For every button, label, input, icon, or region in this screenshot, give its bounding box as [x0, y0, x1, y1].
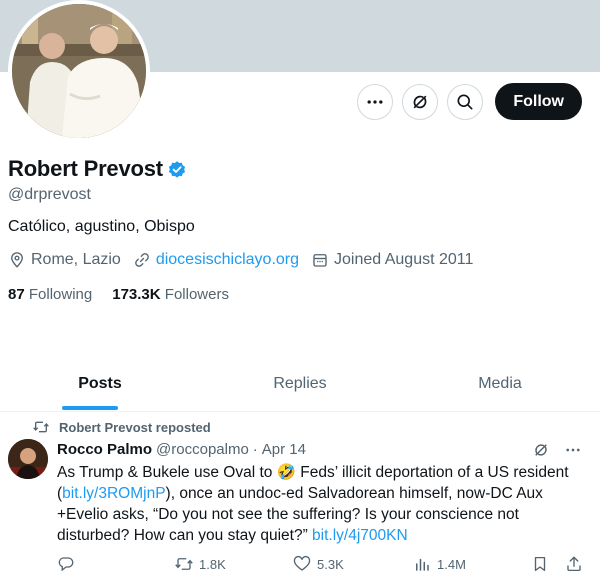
post-text-part: As Trump & Bukele use Oval to [57, 464, 277, 481]
search-icon [457, 94, 473, 109]
more-button[interactable] [357, 83, 394, 120]
tab-replies[interactable]: Replies [200, 360, 400, 411]
profile-bio: Católico, agustino, Obispo [8, 218, 195, 235]
views-button[interactable]: 1.4M [413, 555, 466, 573]
location-pin-icon [11, 252, 23, 268]
post-header: Rocco Palmo @roccopalmo · Apr 14 [57, 441, 306, 458]
verified-badge-icon[interactable] [167, 158, 187, 180]
more-icon [367, 99, 383, 104]
website-link[interactable]: diocesischiclayo.org [156, 251, 299, 269]
profile-handle: @drprevost [8, 186, 91, 203]
rofl-emoji-icon: 🤣 [276, 463, 296, 481]
post-action-bar: 1.8K 5.3K 1.4M [57, 555, 587, 575]
follow-stats: 87 Following 173.3K Followers [8, 286, 229, 303]
search-button[interactable] [447, 83, 484, 120]
heart-icon [293, 555, 311, 571]
repost-icon [175, 558, 193, 570]
grok-icon [413, 95, 427, 108]
location: Rome, Lazio [8, 251, 121, 269]
grok-button[interactable] [402, 83, 439, 120]
join-date: Joined August 2011 [311, 251, 473, 269]
bookmark-button[interactable] [531, 555, 549, 573]
repost-indicator: Robert Prevost reposted [33, 419, 211, 435]
profile-name-row: Robert Prevost [8, 156, 187, 182]
post-link[interactable]: bit.ly/4j700KN [312, 527, 408, 544]
follow-button[interactable]: Follow [495, 83, 582, 120]
website[interactable]: diocesischiclayo.org [133, 251, 299, 269]
grok-icon[interactable] [532, 441, 550, 459]
followers-label: Followers [164, 286, 229, 303]
bookmark-icon [534, 556, 546, 572]
post-tools [532, 441, 582, 459]
tab-media[interactable]: Media [400, 360, 600, 411]
post-date[interactable]: Apr 14 [262, 441, 306, 458]
profile-meta: Rome, Lazio diocesischiclayo.org Joined … [8, 251, 485, 269]
post-author-avatar[interactable] [8, 439, 48, 479]
followers-count: 173.3K [112, 286, 161, 303]
views-count: 1.4M [437, 556, 466, 572]
like-button[interactable]: 5.3K [293, 555, 344, 573]
share-button[interactable] [565, 555, 583, 573]
repost-label[interactable]: Robert Prevost reposted [59, 420, 211, 435]
share-icon [567, 556, 581, 572]
followers-stat[interactable]: 173.3K Followers [112, 286, 229, 303]
tab-posts[interactable]: Posts [0, 360, 200, 411]
post-link[interactable]: bit.ly/3ROMjnP [62, 485, 165, 502]
like-count: 5.3K [317, 556, 344, 572]
post-author-handle[interactable]: @roccopalmo [156, 441, 249, 458]
link-icon [134, 253, 149, 267]
repost-button[interactable]: 1.8K [175, 555, 226, 573]
reply-icon [58, 557, 74, 572]
profile-actions: Follow [357, 83, 582, 120]
post-author-name[interactable]: Rocco Palmo [57, 441, 152, 458]
repost-count: 1.8K [199, 556, 226, 572]
following-count: 87 [8, 286, 25, 303]
post-separator: · [252, 441, 258, 458]
repost-icon [33, 421, 49, 433]
more-icon[interactable] [564, 441, 582, 459]
following-stat[interactable]: 87 Following [8, 286, 92, 303]
join-date-text: Joined August 2011 [334, 251, 474, 268]
profile-avatar[interactable] [8, 0, 150, 142]
following-label: Following [28, 286, 93, 303]
post-text: As Trump & Bukele use Oval to 🤣 Feds’ il… [57, 462, 587, 546]
avatar-photo [12, 4, 146, 138]
profile-tabs: Posts Replies Media [0, 360, 600, 412]
display-name: Robert Prevost [8, 156, 163, 181]
location-text: Rome, Lazio [31, 251, 121, 268]
calendar-icon [313, 254, 327, 267]
active-tab-indicator [62, 406, 118, 410]
views-chart-icon [416, 558, 429, 571]
author-photo [8, 439, 48, 479]
reply-button[interactable] [57, 555, 75, 573]
